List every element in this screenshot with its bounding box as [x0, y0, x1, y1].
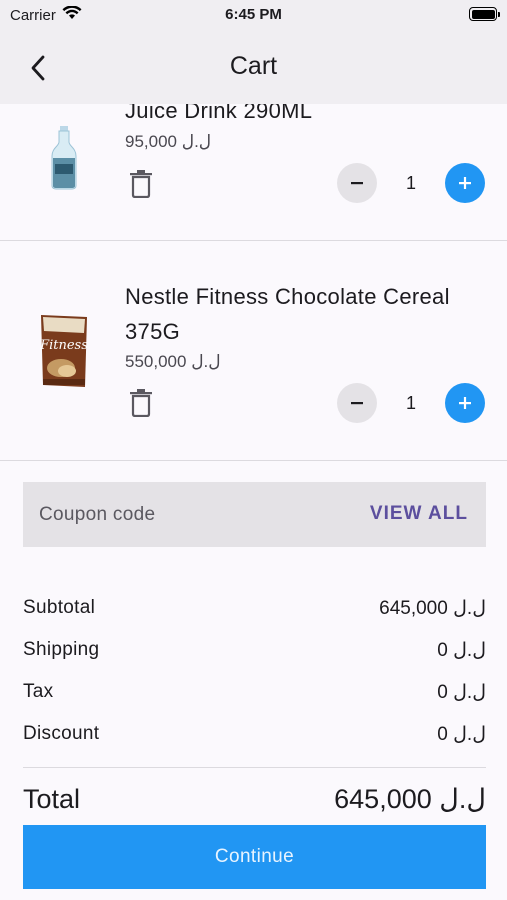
discount-label: Discount: [23, 723, 100, 744]
increase-quantity-button[interactable]: [445, 163, 485, 203]
view-all-button[interactable]: VIEW ALL: [370, 503, 468, 525]
subtotal-value: 645,000 ل.ل: [379, 597, 486, 619]
delete-button[interactable]: [128, 389, 154, 418]
shipping-label: Shipping: [23, 639, 100, 660]
divider: [23, 767, 486, 768]
coupon-field: Coupon code VIEW ALL: [23, 482, 486, 547]
trash-icon: [130, 389, 152, 418]
subtotal-label: Subtotal: [23, 597, 96, 618]
total-row: Total 645,000 ل.ل: [23, 781, 486, 817]
coupon-code-input[interactable]: Coupon code: [39, 504, 155, 526]
tax-row: Tax 0 ل.ل: [23, 678, 486, 706]
decrease-quantity-button[interactable]: [337, 383, 377, 423]
battery-icon: [469, 7, 500, 21]
delete-button[interactable]: [128, 170, 154, 199]
trash-icon: [130, 170, 152, 199]
item-price: 550,000 ل.ل: [125, 352, 221, 371]
app-bar: Cart: [0, 32, 507, 104]
item-price: 95,000 ل.ل: [125, 132, 212, 151]
status-bar: Carrier 6:45 PM: [0, 0, 507, 32]
discount-value: 0 ل.ل: [437, 723, 486, 745]
quantity-value: 1: [405, 173, 416, 193]
status-time: 6:45 PM: [225, 6, 282, 23]
quantity-value: 1: [405, 393, 416, 413]
plus-icon: [459, 177, 471, 189]
cart-item: Fitness Nestle Fitness Chocolate Cereal …: [0, 241, 507, 461]
subtotal-row: Subtotal 645,000 ل.ل: [23, 594, 486, 622]
discount-row: Discount 0 ل.ل: [23, 720, 486, 748]
item-name: Nestle Fitness Chocolate Cereal 375G: [125, 284, 450, 344]
shipping-row: Shipping 0 ل.ل: [23, 636, 486, 664]
page-title: Cart: [229, 52, 278, 80]
increase-quantity-button[interactable]: [445, 383, 485, 423]
decrease-quantity-button[interactable]: [337, 163, 377, 203]
minus-icon: [351, 402, 363, 405]
product-image-cereal: Fitness: [24, 311, 104, 391]
svg-text:Fitness: Fitness: [39, 338, 88, 353]
total-value: 645,000 ل.ل: [334, 783, 486, 814]
tax-label: Tax: [23, 681, 54, 702]
continue-button[interactable]: Continue: [23, 825, 486, 889]
total-label: Total: [23, 783, 81, 814]
product-image-juice: [24, 118, 104, 198]
tax-value: 0 ل.ل: [437, 681, 486, 703]
plus-icon: [459, 397, 471, 409]
shipping-value: 0 ل.ل: [437, 639, 486, 661]
minus-icon: [351, 182, 363, 185]
